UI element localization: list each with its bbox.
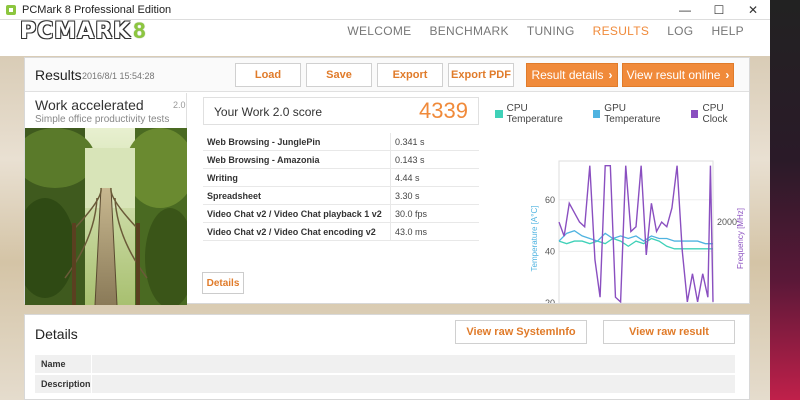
score-label: Your Work 2.0 score: [214, 105, 323, 119]
subscore-value: 0.341 s: [395, 137, 425, 147]
nav-welcome[interactable]: WELCOME: [347, 24, 411, 38]
y-left-tick-label: 20: [545, 298, 555, 303]
chevron-right-icon: ›: [725, 68, 730, 82]
benchmark-image: [25, 128, 187, 305]
results-title: Results: [35, 67, 82, 83]
score-section: Your Work 2.0 score 4339 Web Browsing - …: [203, 93, 481, 303]
results-header: Results 2016/8/1 15:54:28 Load Save Expo…: [25, 58, 749, 92]
benchmark-description: Simple office productivity tests: [35, 114, 170, 125]
subscore-value: 43.0 ms: [395, 227, 428, 237]
table-row: Writing 4.44 s: [203, 169, 479, 187]
nav-benchmark[interactable]: BENCHMARK: [429, 24, 508, 38]
export-pdf-button[interactable]: Export PDF: [448, 63, 514, 87]
details-panel: Details View raw SystemInfo View raw res…: [24, 314, 750, 400]
details-label: Name: [35, 355, 92, 373]
logo-text: PCMARK: [20, 18, 132, 44]
load-button[interactable]: Load: [235, 63, 301, 87]
subscore-value: 3.30 s: [395, 191, 420, 201]
subscore-value: 4.44 s: [395, 173, 420, 183]
pcmark-app-icon: [6, 4, 16, 15]
details-value: [92, 375, 735, 393]
y-right-tick-label: 2000: [717, 217, 737, 227]
chart-plot: 204060020000:301:00Time [s]Temperature […: [530, 160, 745, 303]
rope-bridge-illustration: [25, 128, 187, 305]
result-details-button[interactable]: Result details ›: [526, 63, 618, 87]
y-left-tick-label: 40: [545, 246, 555, 256]
cpu-temperature-line: [558, 237, 713, 250]
subscore-name: Writing: [203, 169, 391, 186]
table-row: Spreadsheet 3.30 s: [203, 187, 479, 205]
window-controls: — ☐ ✕: [668, 0, 770, 20]
minimize-button[interactable]: —: [668, 0, 702, 20]
chevron-right-icon: ›: [608, 68, 613, 82]
results-panel: Results 2016/8/1 15:54:28 Load Save Expo…: [24, 57, 750, 305]
save-button[interactable]: Save: [306, 63, 372, 87]
score-box: Your Work 2.0 score 4339: [203, 97, 479, 125]
details-value: [92, 355, 735, 373]
window-title: PCMark 8 Professional Edition: [22, 3, 172, 16]
view-online-label: View result online: [626, 68, 721, 82]
close-button[interactable]: ✕: [736, 0, 770, 20]
app-header: PCMARK 8 WELCOME BENCHMARK TUNING RESULT…: [0, 18, 770, 56]
subscore-table: Web Browsing - JunglePin 0.341 s Web Brow…: [203, 133, 479, 241]
nav-help[interactable]: HELP: [711, 24, 744, 38]
nav-log[interactable]: LOG: [667, 24, 693, 38]
benchmark-info: Work accelerated 2.0 Simple office produ…: [25, 93, 187, 305]
details-label: Description: [35, 375, 92, 393]
chart-details-button[interactable]: Details: [202, 272, 244, 294]
y-left-tick-label: 60: [545, 195, 555, 205]
details-title: Details: [35, 326, 78, 342]
table-row: Web Browsing - Amazonia 0.143 s: [203, 151, 479, 169]
plot-frame: [558, 160, 714, 303]
table-row: Web Browsing - JunglePin 0.341 s: [203, 133, 479, 151]
pcmark-logo: PCMARK 8: [20, 18, 146, 44]
score-value: 4339: [419, 98, 468, 123]
cpu-clock-line: [558, 164, 714, 303]
monitoring-chart: CPU Temperature GPU Temperature CPU Cloc…: [491, 93, 749, 303]
y-right-axis-label: Frequency [MHz]: [736, 208, 745, 269]
desktop-background: [770, 0, 800, 400]
subscore-value: 30.0 fps: [395, 209, 428, 219]
maximize-button[interactable]: ☐: [702, 0, 736, 20]
results-date: 2016/8/1 15:54:28: [82, 71, 155, 81]
result-details-label: Result details: [531, 68, 604, 82]
subscore-value: 0.143 s: [395, 155, 425, 165]
app-window: PCMark 8 Professional Edition — ☐ ✕ PCMA…: [0, 0, 770, 400]
logo-suffix: 8: [133, 18, 146, 43]
title-bar: PCMark 8 Professional Edition — ☐ ✕: [0, 0, 770, 20]
nav-tuning[interactable]: TUNING: [527, 24, 575, 38]
view-raw-result-button[interactable]: View raw result: [603, 320, 735, 344]
details-row-description: Description: [35, 375, 735, 393]
main-nav: WELCOME BENCHMARK TUNING RESULTS LOG HEL…: [347, 20, 744, 42]
subscore-name: Web Browsing - Amazonia: [203, 151, 391, 168]
view-online-button[interactable]: View result online ›: [622, 63, 734, 87]
table-row: Video Chat v2 / Video Chat encoding v2 43…: [203, 223, 479, 241]
benchmark-version: 2.0: [173, 100, 186, 110]
subscore-name: Video Chat v2 / Video Chat playback 1 v2: [203, 205, 391, 222]
benchmark-name: Work accelerated: [35, 97, 144, 113]
y-left-axis-label: Temperature [A°C]: [530, 206, 539, 272]
view-systeminfo-button[interactable]: View raw SystemInfo: [455, 320, 587, 344]
subscore-name: Video Chat v2 / Video Chat encoding v2: [203, 223, 391, 240]
subscore-name: Spreadsheet: [203, 187, 391, 204]
nav-results[interactable]: RESULTS: [593, 24, 650, 38]
details-row-name: Name: [35, 355, 735, 373]
table-row: Video Chat v2 / Video Chat playback 1 v2…: [203, 205, 479, 223]
export-button[interactable]: Export: [377, 63, 443, 87]
subscore-name: Web Browsing - JunglePin: [203, 133, 391, 150]
